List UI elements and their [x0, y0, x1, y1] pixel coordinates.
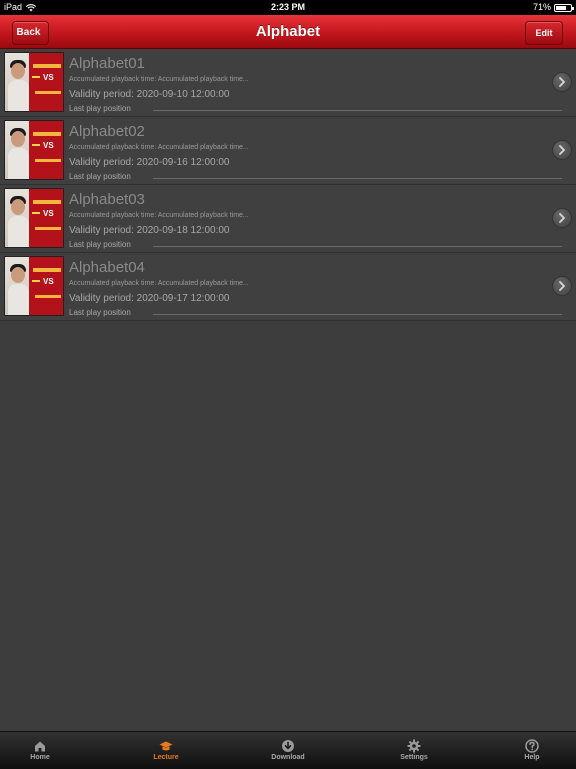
lecture-row[interactable]: VS Alphabet01 Accumulated playback time:… — [0, 49, 576, 117]
lecture-row[interactable]: VS Alphabet03 Accumulated playback time:… — [0, 185, 576, 253]
lecture-progress-bar — [153, 178, 562, 179]
lecture-validity-period: Validity period: 2020-09-17 12:00:00 — [69, 293, 230, 304]
lecture-last-play-label: Last play position — [69, 172, 131, 181]
chevron-right-icon[interactable] — [552, 140, 572, 160]
tab-download-label: Download — [271, 754, 305, 761]
lecture-last-play-label: Last play position — [69, 308, 131, 317]
thumbnail-vs-text: VS — [43, 209, 54, 218]
chevron-right-icon[interactable] — [552, 72, 572, 92]
tab-home-label: Home — [30, 754, 50, 761]
thumbnail-vs-text: VS — [43, 141, 54, 150]
tab-lecture[interactable]: Lecture — [126, 732, 206, 769]
lecture-validity-period: Validity period: 2020-09-10 12:00:00 — [69, 89, 230, 100]
battery-percent: 71% — [532, 2, 551, 12]
lecture-title: Alphabet04 — [69, 259, 145, 276]
lecture-progress-bar — [153, 246, 562, 247]
lecture-last-play-label: Last play position — [69, 104, 131, 113]
chevron-right-icon[interactable] — [552, 208, 572, 228]
chevron-right-icon[interactable] — [552, 276, 572, 296]
lecture-progress-bar — [153, 314, 562, 315]
status-bar: iPad 2:23 PM 71% — [0, 0, 576, 15]
graduation-cap-icon — [159, 741, 173, 751]
tab-lecture-label: Lecture — [153, 754, 179, 761]
tab-download[interactable]: Download — [248, 732, 328, 769]
lecture-thumbnail: VS — [4, 120, 64, 180]
lecture-playback-time: Accumulated playback time: Accumulated p… — [69, 280, 249, 287]
battery-icon — [554, 3, 574, 12]
edit-button[interactable]: Edit — [525, 21, 563, 45]
lecture-title: Alphabet03 — [69, 191, 145, 208]
lecture-playback-time: Accumulated playback time: Accumulated p… — [69, 144, 249, 151]
lecture-title: Alphabet02 — [69, 123, 145, 140]
gear-icon — [407, 739, 421, 753]
lecture-playback-time: Accumulated playback time: Accumulated p… — [69, 212, 249, 219]
lecture-thumbnail: VS — [4, 188, 64, 248]
lecture-last-play-label: Last play position — [69, 240, 131, 249]
tab-settings[interactable]: Settings — [374, 732, 454, 769]
lecture-title: Alphabet01 — [69, 55, 145, 72]
status-time: 2:23 PM — [270, 2, 305, 12]
tab-help[interactable]: Help — [492, 732, 572, 769]
lecture-row[interactable]: VS Alphabet02 Accumulated playback time:… — [0, 117, 576, 185]
lecture-progress-bar — [153, 110, 562, 111]
lecture-row[interactable]: VS Alphabet04 Accumulated playback time:… — [0, 253, 576, 321]
tab-settings-label: Settings — [400, 754, 428, 761]
home-icon — [35, 741, 45, 752]
tab-bar: Home Lecture Download Settings Help — [0, 731, 576, 769]
thumbnail-vs-text: VS — [43, 277, 54, 286]
lecture-thumbnail: VS — [4, 256, 64, 316]
lecture-validity-period: Validity period: 2020-09-16 12:00:00 — [69, 157, 230, 168]
lecture-validity-period: Validity period: 2020-09-18 12:00:00 — [69, 225, 230, 236]
tab-home[interactable]: Home — [0, 732, 80, 769]
navigation-bar: Back Alphabet Edit — [0, 15, 576, 49]
lecture-playback-time: Accumulated playback time: Accumulated p… — [69, 76, 249, 83]
lecture-list: VS Alphabet01 Accumulated playback time:… — [0, 49, 576, 321]
lecture-thumbnail: VS — [4, 52, 64, 112]
page-title: Alphabet — [255, 23, 321, 40]
help-icon — [525, 739, 539, 753]
tab-help-label: Help — [524, 754, 540, 761]
download-icon — [282, 740, 294, 752]
thumbnail-vs-text: VS — [43, 73, 54, 82]
